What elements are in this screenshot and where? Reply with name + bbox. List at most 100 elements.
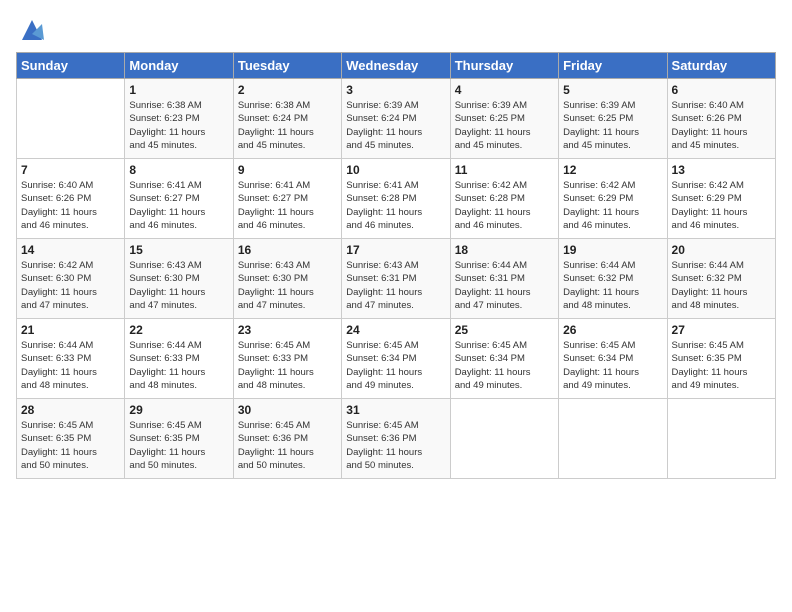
day-cell: 19 Sunrise: 6:44 AM Sunset: 6:32 PM Dayli… [559, 239, 667, 319]
day-number: 9 [238, 163, 337, 177]
day-cell: 24 Sunrise: 6:45 AM Sunset: 6:34 PM Dayli… [342, 319, 450, 399]
calendar-table: SundayMondayTuesdayWednesdayThursdayFrid… [16, 52, 776, 479]
day-cell [450, 399, 558, 479]
day-info: Sunrise: 6:44 AM Sunset: 6:33 PM Dayligh… [21, 339, 120, 392]
day-info: Sunrise: 6:45 AM Sunset: 6:33 PM Dayligh… [238, 339, 337, 392]
day-info: Sunrise: 6:45 AM Sunset: 6:34 PM Dayligh… [563, 339, 662, 392]
logo [16, 16, 46, 40]
day-number: 3 [346, 83, 445, 97]
day-cell: 16 Sunrise: 6:43 AM Sunset: 6:30 PM Dayli… [233, 239, 341, 319]
day-cell: 27Sunrise: 6:45 AM Sunset: 6:35 PM Dayli… [667, 319, 775, 399]
day-number: 10 [346, 163, 445, 177]
day-info: Sunrise: 6:38 AM Sunset: 6:24 PM Dayligh… [238, 99, 337, 152]
header-tuesday: Tuesday [233, 53, 341, 79]
page-header [16, 16, 776, 40]
day-info: Sunrise: 6:38 AM Sunset: 6:23 PM Dayligh… [129, 99, 228, 152]
day-cell [559, 399, 667, 479]
day-number: 19 [563, 243, 662, 257]
day-number: 31 [346, 403, 445, 417]
header-monday: Monday [125, 53, 233, 79]
day-cell: 11 Sunrise: 6:42 AM Sunset: 6:28 PM Dayli… [450, 159, 558, 239]
day-cell: 31 Sunrise: 6:45 AM Sunset: 6:36 PM Dayli… [342, 399, 450, 479]
day-number: 16 [238, 243, 337, 257]
day-number: 1 [129, 83, 228, 97]
day-info: Sunrise: 6:43 AM Sunset: 6:31 PM Dayligh… [346, 259, 445, 312]
day-info: Sunrise: 6:42 AM Sunset: 6:29 PM Dayligh… [672, 179, 771, 232]
day-cell: 5Sunrise: 6:39 AM Sunset: 6:25 PM Daylig… [559, 79, 667, 159]
day-info: Sunrise: 6:42 AM Sunset: 6:30 PM Dayligh… [21, 259, 120, 312]
logo-icon [18, 16, 46, 44]
day-info: Sunrise: 6:44 AM Sunset: 6:32 PM Dayligh… [563, 259, 662, 312]
day-info: Sunrise: 6:42 AM Sunset: 6:28 PM Dayligh… [455, 179, 554, 232]
day-cell: 17 Sunrise: 6:43 AM Sunset: 6:31 PM Dayli… [342, 239, 450, 319]
day-cell: 29 Sunrise: 6:45 AM Sunset: 6:35 PM Dayli… [125, 399, 233, 479]
day-info: Sunrise: 6:45 AM Sunset: 6:35 PM Dayligh… [129, 419, 228, 472]
day-number: 5 [563, 83, 662, 97]
day-info: Sunrise: 6:39 AM Sunset: 6:24 PM Dayligh… [346, 99, 445, 152]
day-info: Sunrise: 6:40 AM Sunset: 6:26 PM Dayligh… [672, 99, 771, 152]
day-number: 22 [129, 323, 228, 337]
day-info: Sunrise: 6:40 AM Sunset: 6:26 PM Dayligh… [21, 179, 120, 232]
day-number: 12 [563, 163, 662, 177]
day-cell: 7Sunrise: 6:40 AM Sunset: 6:26 PM Daylig… [17, 159, 125, 239]
day-number: 2 [238, 83, 337, 97]
day-cell: 4 Sunrise: 6:39 AM Sunset: 6:25 PM Daylig… [450, 79, 558, 159]
day-info: Sunrise: 6:44 AM Sunset: 6:32 PM Dayligh… [672, 259, 771, 312]
day-cell: 21 Sunrise: 6:44 AM Sunset: 6:33 PM Dayli… [17, 319, 125, 399]
day-info: Sunrise: 6:45 AM Sunset: 6:36 PM Dayligh… [238, 419, 337, 472]
day-info: Sunrise: 6:39 AM Sunset: 6:25 PM Dayligh… [455, 99, 554, 152]
day-number: 6 [672, 83, 771, 97]
day-cell: 13Sunrise: 6:42 AM Sunset: 6:29 PM Dayli… [667, 159, 775, 239]
page-container: SundayMondayTuesdayWednesdayThursdayFrid… [0, 0, 792, 487]
day-cell: 6 Sunrise: 6:40 AM Sunset: 6:26 PM Daylig… [667, 79, 775, 159]
day-info: Sunrise: 6:45 AM Sunset: 6:34 PM Dayligh… [455, 339, 554, 392]
day-info: Sunrise: 6:43 AM Sunset: 6:30 PM Dayligh… [238, 259, 337, 312]
day-cell [17, 79, 125, 159]
header-thursday: Thursday [450, 53, 558, 79]
day-number: 27 [672, 323, 771, 337]
day-number: 24 [346, 323, 445, 337]
day-cell: 8Sunrise: 6:41 AM Sunset: 6:27 PM Daylig… [125, 159, 233, 239]
day-info: Sunrise: 6:44 AM Sunset: 6:33 PM Dayligh… [129, 339, 228, 392]
day-number: 25 [455, 323, 554, 337]
day-cell [667, 399, 775, 479]
day-number: 29 [129, 403, 228, 417]
day-number: 18 [455, 243, 554, 257]
day-info: Sunrise: 6:45 AM Sunset: 6:36 PM Dayligh… [346, 419, 445, 472]
day-cell: 23 Sunrise: 6:45 AM Sunset: 6:33 PM Dayli… [233, 319, 341, 399]
header-saturday: Saturday [667, 53, 775, 79]
day-cell: 14Sunrise: 6:42 AM Sunset: 6:30 PM Dayli… [17, 239, 125, 319]
day-info: Sunrise: 6:45 AM Sunset: 6:35 PM Dayligh… [21, 419, 120, 472]
day-info: Sunrise: 6:43 AM Sunset: 6:30 PM Dayligh… [129, 259, 228, 312]
day-cell: 15 Sunrise: 6:43 AM Sunset: 6:30 PM Dayli… [125, 239, 233, 319]
calendar-header-row: SundayMondayTuesdayWednesdayThursdayFrid… [17, 53, 776, 79]
day-cell: 9Sunrise: 6:41 AM Sunset: 6:27 PM Daylig… [233, 159, 341, 239]
day-cell: 25 Sunrise: 6:45 AM Sunset: 6:34 PM Dayli… [450, 319, 558, 399]
header-sunday: Sunday [17, 53, 125, 79]
day-info: Sunrise: 6:41 AM Sunset: 6:28 PM Dayligh… [346, 179, 445, 232]
day-cell: 12 Sunrise: 6:42 AM Sunset: 6:29 PM Dayli… [559, 159, 667, 239]
header-friday: Friday [559, 53, 667, 79]
week-row-1: 1 Sunrise: 6:38 AM Sunset: 6:23 PM Daylig… [17, 79, 776, 159]
day-number: 21 [21, 323, 120, 337]
day-number: 4 [455, 83, 554, 97]
day-cell: 28 Sunrise: 6:45 AM Sunset: 6:35 PM Dayli… [17, 399, 125, 479]
week-row-5: 28 Sunrise: 6:45 AM Sunset: 6:35 PM Dayli… [17, 399, 776, 479]
day-number: 8 [129, 163, 228, 177]
day-number: 28 [21, 403, 120, 417]
header-wednesday: Wednesday [342, 53, 450, 79]
day-cell: 10 Sunrise: 6:41 AM Sunset: 6:28 PM Dayli… [342, 159, 450, 239]
day-info: Sunrise: 6:45 AM Sunset: 6:34 PM Dayligh… [346, 339, 445, 392]
day-info: Sunrise: 6:42 AM Sunset: 6:29 PM Dayligh… [563, 179, 662, 232]
day-number: 23 [238, 323, 337, 337]
logo-text [16, 16, 46, 44]
day-cell: 18Sunrise: 6:44 AM Sunset: 6:31 PM Dayli… [450, 239, 558, 319]
day-cell: 20 Sunrise: 6:44 AM Sunset: 6:32 PM Dayli… [667, 239, 775, 319]
day-number: 26 [563, 323, 662, 337]
day-number: 20 [672, 243, 771, 257]
day-number: 15 [129, 243, 228, 257]
day-number: 17 [346, 243, 445, 257]
day-number: 30 [238, 403, 337, 417]
day-number: 11 [455, 163, 554, 177]
day-cell: 2 Sunrise: 6:38 AM Sunset: 6:24 PM Daylig… [233, 79, 341, 159]
